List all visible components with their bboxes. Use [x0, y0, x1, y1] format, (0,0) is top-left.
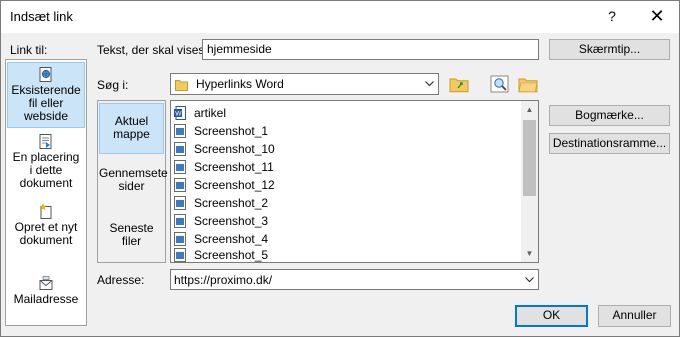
file-name: Screenshot_1 — [194, 123, 269, 138]
title-bar: Indsæt link ? ✕ — [1, 1, 679, 33]
new-document-icon — [39, 204, 52, 219]
cancel-button[interactable]: Annuller — [598, 305, 671, 327]
image-file-icon — [174, 123, 186, 138]
list-item[interactable]: Screenshot_10 — [174, 140, 275, 157]
image-file-icon — [174, 213, 186, 228]
file-list-scrollbar[interactable]: ▲ ▼ — [521, 101, 538, 262]
look-in-value: Hyperlinks Word — [196, 77, 284, 91]
text-to-display-input[interactable]: hjemmeside — [202, 39, 539, 60]
text-to-display-label: Tekst, der skal vises: — [97, 43, 208, 57]
target-frame-button[interactable]: Destinationsramme... — [549, 133, 670, 154]
image-file-icon — [174, 195, 186, 210]
folder-up-icon — [449, 78, 469, 93]
file-name: artikel — [194, 105, 227, 120]
sidebar-item-place-in-document[interactable]: En placering i dette dokument — [7, 132, 85, 190]
image-file-icon — [174, 247, 186, 262]
file-name: Screenshot_11 — [194, 159, 274, 174]
list-item[interactable]: Screenshot_11 — [174, 158, 274, 175]
nav-browsed-pages[interactable]: Gennemsete sider — [99, 167, 168, 201]
list-item[interactable]: Screenshot_5 — [174, 246, 268, 263]
bookmark-button[interactable]: Bogmærke... — [549, 105, 670, 126]
link-to-sidebar: Eksisterende fil eller webside En placer… — [5, 59, 87, 326]
nav-recent-files[interactable]: Seneste filer — [99, 222, 164, 252]
existing-file-web-icon — [39, 67, 52, 82]
chevron-down-icon — [421, 74, 438, 94]
address-input[interactable]: https://proximo.dk/ — [170, 269, 539, 290]
address-value: https://proximo.dk/ — [174, 273, 273, 287]
list-item[interactable]: Screenshot_1 — [174, 122, 268, 139]
list-item[interactable]: Screenshot_3 — [174, 212, 268, 229]
place-in-document-icon — [39, 134, 52, 149]
browse-file-button[interactable] — [488, 73, 512, 95]
nav-current-folder[interactable]: Aktuel mappe — [99, 103, 164, 154]
ok-button[interactable]: OK — [515, 305, 588, 327]
image-file-icon — [174, 231, 186, 246]
scroll-down-icon[interactable]: ▼ — [521, 245, 538, 262]
sidebar-item-label: Eksisterende fil eller webside — [11, 83, 81, 123]
word-document-icon: W — [174, 105, 186, 120]
folder-icon — [175, 80, 188, 91]
scroll-up-icon[interactable]: ▲ — [521, 101, 538, 118]
sidebar-item-label: Mailadresse — [13, 292, 79, 306]
file-name: Screenshot_5 — [194, 247, 269, 262]
file-name: Screenshot_12 — [194, 177, 275, 192]
svg-text:W: W — [175, 110, 182, 117]
browse-web-button[interactable] — [447, 73, 471, 95]
globe-search-icon — [490, 75, 509, 93]
image-file-icon — [174, 177, 186, 192]
file-list[interactable]: W artikel Screenshot_1 Screenshot_10 Scr… — [170, 100, 539, 263]
file-name: Screenshot_3 — [194, 213, 269, 228]
image-file-icon — [174, 141, 186, 156]
list-item[interactable]: W artikel — [174, 104, 226, 121]
insert-link-dialog: Indsæt link ? ✕ Link til: Eksisterende f… — [0, 0, 680, 337]
file-name: Screenshot_4 — [194, 231, 269, 246]
email-address-icon — [39, 276, 53, 290]
sidebar-item-existing-file[interactable]: Eksisterende fil eller webside — [7, 62, 85, 128]
file-name: Screenshot_2 — [194, 195, 269, 210]
help-button[interactable]: ? — [592, 1, 632, 31]
sidebar-item-label: En placering i dette dokument — [12, 150, 80, 190]
chevron-down-icon[interactable] — [521, 270, 538, 289]
address-label: Adresse: — [97, 273, 145, 287]
list-item[interactable]: Screenshot_2 — [174, 194, 268, 211]
sidebar-item-label: Opret et nyt dokument — [14, 220, 78, 247]
sidebar-item-email-address[interactable]: Mailadresse — [7, 274, 85, 314]
sidebar-item-new-document[interactable]: Opret et nyt dokument — [7, 202, 85, 248]
open-folder-button[interactable] — [516, 73, 540, 95]
link-to-label: Link til: — [10, 43, 48, 57]
look-in-label: Søg i: — [97, 78, 129, 92]
file-name: Screenshot_10 — [194, 141, 275, 156]
scroll-thumb[interactable] — [523, 120, 536, 196]
close-button[interactable]: ✕ — [637, 1, 677, 31]
window-title: Indsæt link — [10, 9, 73, 24]
list-item[interactable]: Screenshot_12 — [174, 176, 275, 193]
open-folder-icon — [518, 78, 538, 93]
look-in-dropdown[interactable]: Hyperlinks Word — [170, 73, 439, 95]
browse-navigation: Aktuel mappe Gennemsete sider Seneste fi… — [97, 100, 168, 263]
list-item[interactable]: Screenshot_4 — [174, 230, 268, 247]
image-file-icon — [174, 159, 186, 174]
screentip-button[interactable]: Skærmtip... — [549, 39, 670, 60]
